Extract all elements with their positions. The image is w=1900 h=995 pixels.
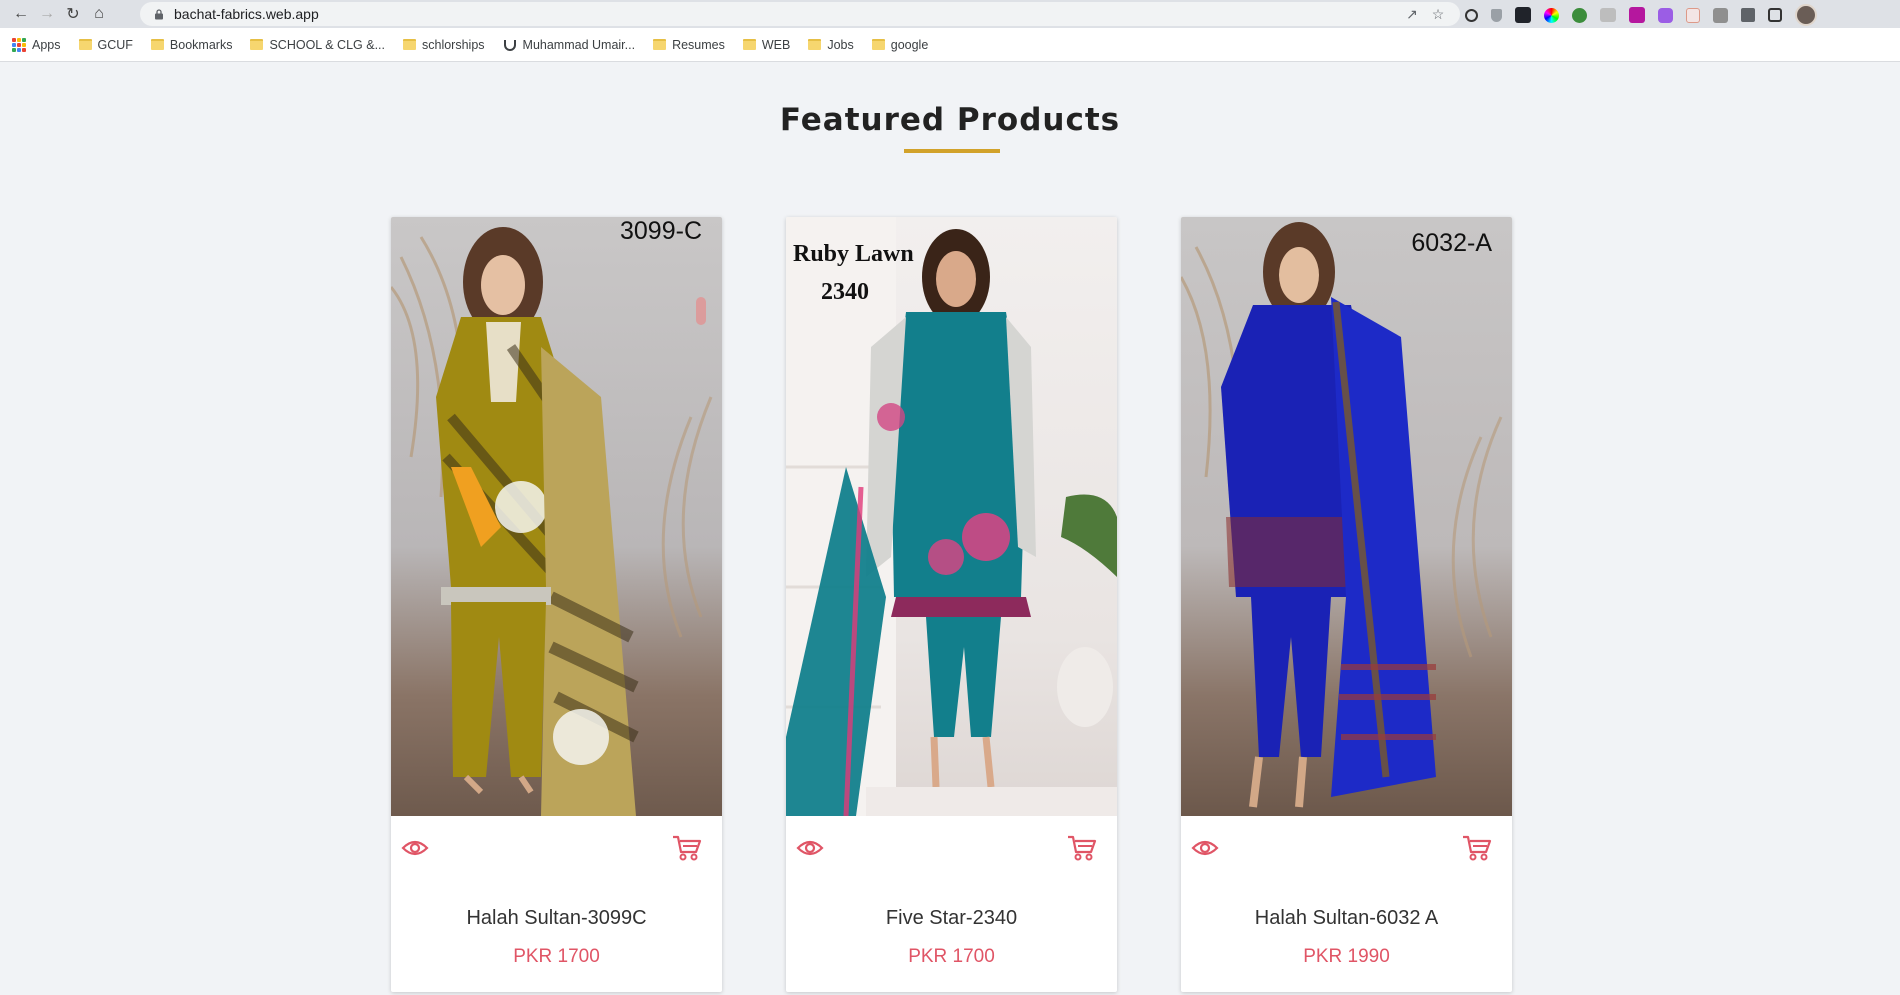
product-image[interactable]: 6032-A xyxy=(1181,217,1512,816)
lock-icon xyxy=(155,8,163,19)
product-image[interactable]: 3099-C xyxy=(391,217,722,816)
add-to-cart-icon[interactable] xyxy=(1462,834,1492,862)
view-eye-icon[interactable] xyxy=(401,838,429,858)
screen-extension-icon[interactable] xyxy=(1600,8,1616,22)
page-content: Featured Products 3099-C Halah Sultan-30… xyxy=(0,62,1900,995)
globe-extension-icon[interactable] xyxy=(1572,7,1587,23)
home-icon[interactable]: ⌂ xyxy=(86,1,112,27)
apps-grid-icon xyxy=(12,37,26,52)
bookmark-schlorships[interactable]: schlorships xyxy=(403,38,485,52)
title-underline xyxy=(904,149,1000,153)
view-eye-icon[interactable] xyxy=(1191,838,1219,858)
product-card[interactable]: 6032-A Halah Sultan-6032 A PKR 1990 xyxy=(1181,217,1512,992)
bookmark-upwork[interactable]: Muhammad Umair... xyxy=(503,38,635,52)
bookmarks-bar: Apps GCUF Bookmarks SCHOOL & CLG &... sc… xyxy=(0,28,1900,62)
bookmark-jobs[interactable]: Jobs xyxy=(808,38,854,52)
color-picker-icon[interactable] xyxy=(1544,7,1559,23)
product-price: PKR 1700 xyxy=(908,946,995,967)
react-devtools-icon[interactable] xyxy=(1515,7,1531,23)
wf-extension-icon[interactable] xyxy=(1629,7,1645,23)
sync-extension-icon[interactable] xyxy=(1465,8,1478,22)
product-name[interactable]: Halah Sultan-3099C xyxy=(391,907,722,930)
share-icon[interactable]: ↗ xyxy=(1404,6,1420,22)
add-to-cart-icon[interactable] xyxy=(672,834,702,862)
folder-icon xyxy=(150,39,164,50)
purple-extension-icon[interactable] xyxy=(1658,7,1673,23)
product-name[interactable]: Halah Sultan-6032 A xyxy=(1181,907,1512,930)
folder-icon xyxy=(742,39,756,50)
back-icon[interactable]: ← xyxy=(8,1,34,27)
product-card[interactable]: 3099-C Halah Sultan-3099C PKR 1700 xyxy=(391,217,722,992)
folder-icon xyxy=(871,39,885,50)
view-eye-icon[interactable] xyxy=(796,838,824,858)
bookmark-school[interactable]: SCHOOL & CLG &... xyxy=(250,38,385,52)
bookmark-gcuf[interactable]: GCUF xyxy=(78,38,133,52)
photo-brand-label: Ruby Lawn xyxy=(793,241,914,267)
product-image[interactable]: Ruby Lawn 2340 xyxy=(786,217,1117,816)
shield-extension-icon[interactable] xyxy=(1491,8,1502,22)
photo-code-label: 6032-A xyxy=(1411,229,1492,257)
section-title: Featured Products xyxy=(779,102,1121,138)
upwork-icon xyxy=(503,39,516,51)
star-icon[interactable]: ☆ xyxy=(1430,6,1446,22)
folder-icon xyxy=(653,39,667,50)
url-text: bachat-fabrics.web.app xyxy=(174,6,319,22)
puzzle-icon[interactable] xyxy=(1741,8,1755,22)
bookmark-resumes[interactable]: Resumes xyxy=(653,38,725,52)
product-name[interactable]: Five Star-2340 xyxy=(786,907,1117,930)
folder-icon xyxy=(808,39,822,50)
product-price: PKR 1700 xyxy=(513,946,600,967)
extensions-bar xyxy=(1465,4,1817,26)
folder-icon xyxy=(403,39,416,50)
profile-avatar[interactable] xyxy=(1795,4,1817,26)
sidebar-icon[interactable] xyxy=(1768,8,1782,22)
bookmark-google[interactable]: google xyxy=(871,38,928,52)
bookmark-bookmarks[interactable]: Bookmarks xyxy=(150,38,232,52)
product-card[interactable]: Ruby Lawn 2340 Five Star-2340 PKR 1700 xyxy=(786,217,1117,992)
photo-code-label: 2340 xyxy=(821,279,869,305)
photo-code-label: 3099-C xyxy=(620,217,702,245)
address-bar[interactable]: bachat-fabrics.web.app ↗ ☆ xyxy=(140,2,1460,26)
add-to-cart-icon[interactable] xyxy=(1067,834,1097,862)
bookmark-web[interactable]: WEB xyxy=(742,38,790,52)
grey-extension-icon[interactable] xyxy=(1713,7,1728,23)
folder-icon xyxy=(250,39,264,50)
browser-toolbar: ← → ↻ ⌂ bachat-fabrics.web.app ↗ ☆ xyxy=(0,0,1900,28)
reload-icon[interactable]: ↻ xyxy=(60,1,86,27)
page-extension-icon[interactable] xyxy=(1686,7,1700,23)
forward-icon[interactable]: → xyxy=(34,1,60,27)
product-price: PKR 1990 xyxy=(1303,946,1390,967)
bookmark-apps[interactable]: Apps xyxy=(12,37,61,52)
folder-icon xyxy=(78,39,92,50)
